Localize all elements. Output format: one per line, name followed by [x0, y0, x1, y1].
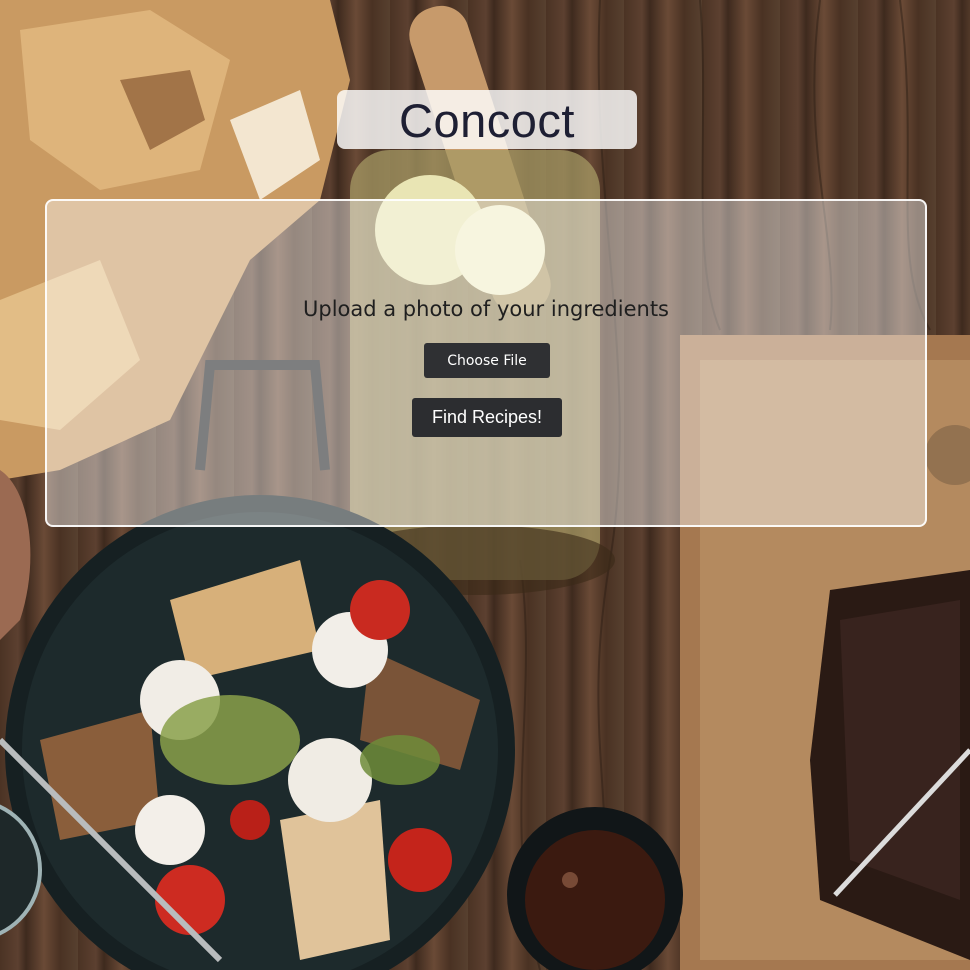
upload-instructions: Upload a photo of your ingredients: [303, 297, 669, 321]
find-recipes-button[interactable]: Find Recipes!: [412, 398, 562, 437]
app-title: Concoct: [399, 94, 575, 147]
upload-panel: Upload a photo of your ingredients Choos…: [45, 199, 927, 527]
choose-file-button[interactable]: Choose File: [424, 343, 550, 378]
title-banner: Concoct: [337, 90, 637, 149]
sauce-bowl-shape: [507, 807, 683, 970]
